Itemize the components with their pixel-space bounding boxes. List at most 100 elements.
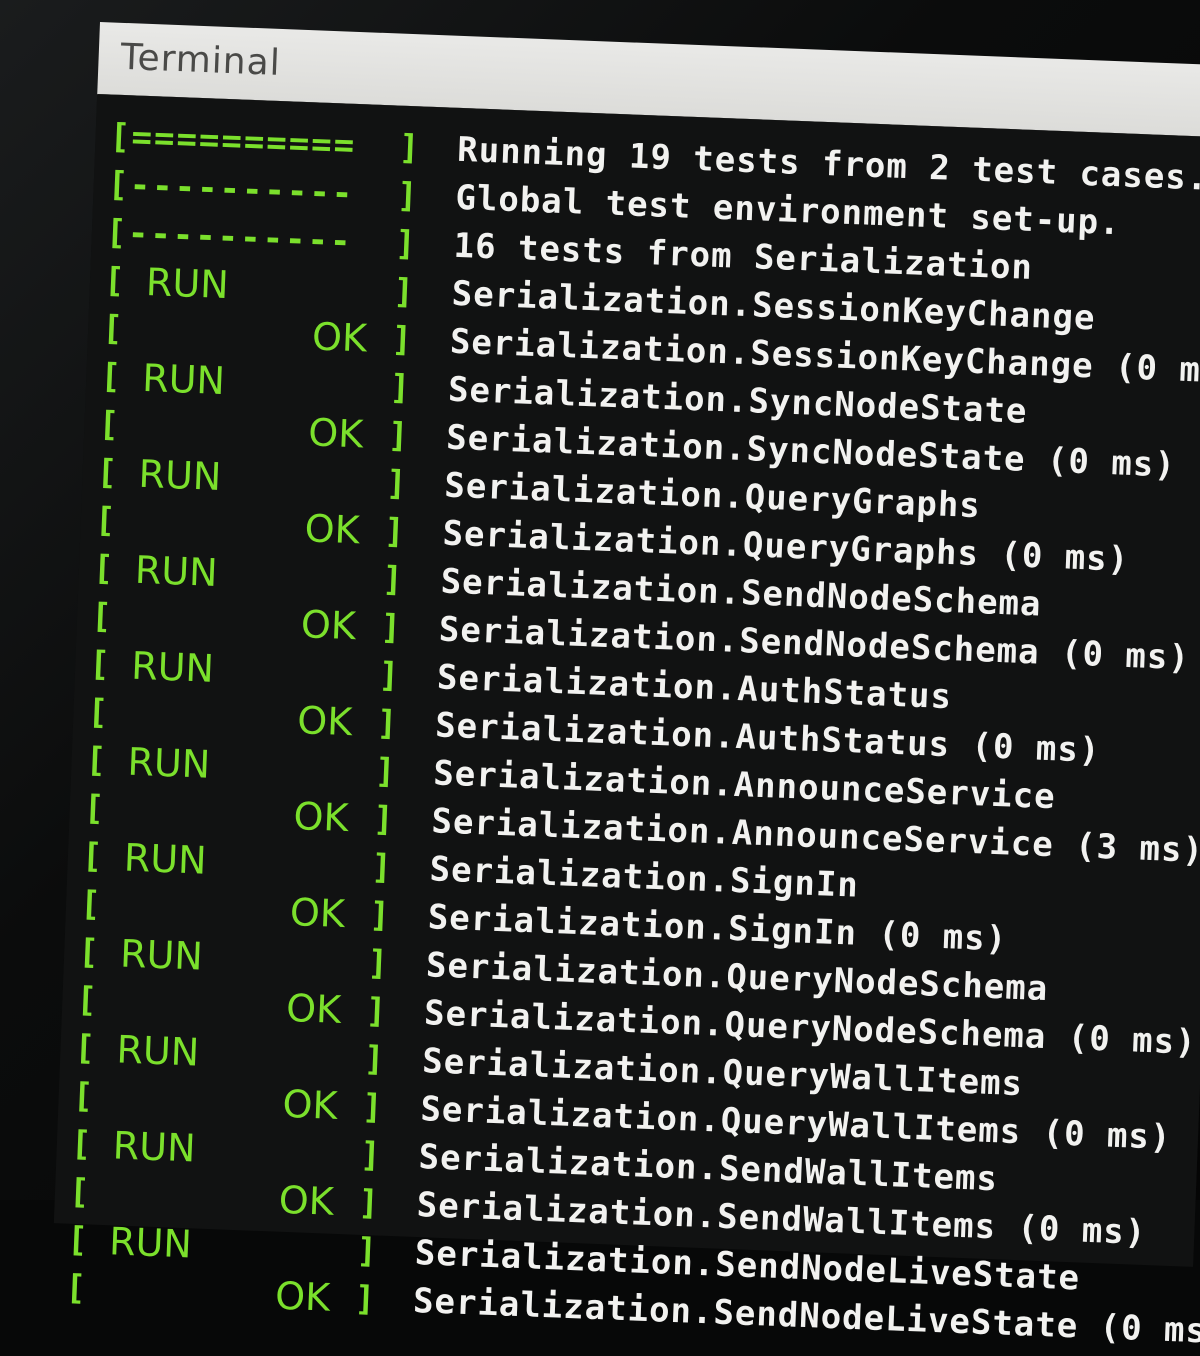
tag-label: ---------- — [127, 213, 354, 262]
tag-bracket-right: ] — [396, 175, 419, 217]
terminal-line: [RUN] Serialization.SignIn — [81, 832, 859, 906]
tag-label: RUN — [145, 259, 230, 308]
tag-bracket-left: [ — [107, 164, 130, 206]
terminal-line: [OK] Serialization.SyncNodeState (0 ms) — [98, 400, 1177, 485]
tag-label: RUN — [112, 1123, 197, 1171]
terminal-line: [OK] Serialization.AnnounceService (3 ms) — [83, 784, 1200, 871]
terminal-line: [RUN] Serialization.SessionKeyChange — [103, 256, 1096, 338]
tag-label: OK — [300, 602, 357, 649]
tag-label: RUN — [141, 355, 226, 404]
terminal-line: [RUN] Serialization.AnnounceService — [85, 736, 1056, 818]
terminal-line: [OK] Serialization.SendWallItems (0 ms) — [68, 1168, 1147, 1253]
tag-bracket-left: [ — [79, 883, 102, 925]
tag-label: ========== — [130, 117, 357, 166]
tag-label: RUN — [123, 835, 208, 883]
tag-label: OK — [296, 698, 353, 745]
tag-label: RUN — [130, 643, 215, 691]
tag-bracket-left: [ — [97, 404, 120, 446]
tag-bracket-right: ] — [379, 607, 402, 648]
terminal-line: [OK] Serialization.QueryNodeSchema (0 ms) — [76, 976, 1198, 1063]
tag-bracket-left: [ — [66, 1219, 89, 1261]
tag-label: RUN — [134, 547, 219, 595]
tag-label: RUN — [126, 739, 212, 787]
tag-label: OK — [285, 985, 342, 1032]
tag-label: RUN — [137, 451, 223, 499]
tag-bracket-left: [ — [73, 1027, 96, 1069]
tag-bracket-right: ] — [363, 1038, 386, 1080]
terminal-line: [RUN] Serialization.AuthStatus — [88, 640, 953, 717]
tag-label: OK — [292, 794, 350, 841]
tag-bracket-left: [ — [101, 308, 124, 350]
tag-label: OK — [311, 314, 368, 361]
tag-bracket-left: [ — [105, 212, 128, 254]
terminal-line: [----------] Global test environment set-… — [107, 160, 1121, 243]
terminal-line: [RUN] Serialization.QueryGraphs — [96, 448, 982, 526]
terminal-line: [RUN] Serialization.QueryWallItems — [74, 1024, 1024, 1104]
terminal-line: [RUN] Serialization.SendWallItems — [70, 1120, 999, 1199]
tag-bracket-right: ] — [376, 703, 399, 744]
tag-label: OK — [303, 506, 361, 553]
tag-bracket-right: ] — [370, 847, 393, 888]
tag-bracket-left: [ — [86, 692, 109, 733]
tag-bracket-left: [ — [94, 500, 117, 541]
tag-label: OK — [289, 889, 346, 937]
tag-bracket-left: [ — [83, 787, 106, 829]
tag-label: RUN — [115, 1027, 201, 1075]
terminal-output[interactable]: [==========] Running 19 tests from 2 test… — [53, 93, 1200, 1352]
tag-bracket-left: [ — [92, 548, 115, 589]
tag-bracket-left: [ — [70, 1123, 93, 1165]
tag-bracket-right: ] — [368, 895, 391, 936]
tag-bracket-left: [ — [68, 1171, 91, 1213]
terminal-line: [==========] Running 19 tests from 2 test… — [109, 112, 1200, 198]
tag-bracket-left: [ — [90, 596, 113, 637]
tag-bracket-right: ] — [374, 751, 397, 792]
tag-bracket-right: ] — [387, 415, 410, 457]
tag-bracket-right: ] — [390, 319, 413, 361]
tag-bracket-left: [ — [88, 644, 111, 685]
tag-label: OK — [281, 1081, 339, 1128]
terminal-line: [OK] Serialization.SendNodeSchema (0 ms) — [90, 592, 1190, 678]
tag-bracket-left: [ — [81, 835, 104, 877]
tag-bracket-right: ] — [377, 655, 400, 696]
terminal-line: [OK] Serialization.SignIn (0 ms) — [79, 880, 1008, 960]
window-title: Terminal — [119, 36, 282, 84]
tag-bracket-right: ] — [385, 463, 408, 505]
tag-bracket-right: ] — [355, 1230, 378, 1272]
tag-bracket-right: ] — [366, 942, 389, 984]
terminal-line: [----------] 16 tests from Serialization — [105, 208, 1034, 288]
tag-bracket-left: [ — [103, 260, 126, 302]
tag-label: RUN — [119, 931, 204, 979]
tag-bracket-left: [ — [108, 116, 131, 158]
tag-bracket-right: ] — [381, 559, 404, 601]
terminal-line: [RUN] Serialization.SyncNodeState — [99, 352, 1029, 432]
tag-label: OK — [278, 1177, 335, 1224]
terminal-line: [OK] Serialization.SendNodeLiveState (0 m… — [64, 1264, 1200, 1353]
tag-bracket-right: ] — [372, 799, 395, 840]
terminal-line: [OK] Serialization.SessionKeyChange (0 ms… — [101, 304, 1200, 392]
tag-bracket-right: ] — [364, 990, 387, 1032]
tag-label: OK — [307, 410, 365, 457]
terminal-line: [OK] Serialization.QueryGraphs (0 ms) — [94, 496, 1130, 580]
terminal-line: [OK] Serialization.AuthStatus (0 ms) — [87, 688, 1101, 771]
tag-bracket-right: ] — [361, 1086, 384, 1128]
tag-bracket-right: ] — [398, 127, 421, 169]
tag-bracket-right: ] — [359, 1134, 382, 1176]
tag-bracket-left: [ — [95, 452, 118, 493]
tag-bracket-right: ] — [357, 1182, 380, 1224]
tag-bracket-left: [ — [64, 1267, 87, 1309]
tag-label: RUN — [108, 1219, 193, 1267]
tag-label: OK — [274, 1273, 331, 1320]
terminal-window[interactable]: Terminal [==========] Running 19 tests fr… — [53, 22, 1200, 1352]
tag-bracket-left: [ — [75, 979, 98, 1021]
tag-bracket-left: [ — [84, 740, 107, 781]
tag-bracket-left: [ — [99, 356, 122, 398]
tag-bracket-right: ] — [383, 511, 406, 553]
tag-bracket-left: [ — [71, 1075, 94, 1117]
terminal-line: [OK] Serialization.QueryWallItems (0 ms) — [72, 1072, 1172, 1158]
terminal-line: [RUN] Serialization.QueryNodeSchema — [77, 928, 1049, 1009]
tag-bracket-right: ] — [394, 223, 417, 265]
tag-bracket-right: ] — [353, 1278, 376, 1320]
terminal-line: [RUN] Serialization.SendNodeLiveState — [66, 1216, 1080, 1298]
terminal-line: [RUN] Serialization.SendNodeSchema — [92, 544, 1042, 625]
tag-bracket-left: [ — [77, 931, 100, 973]
